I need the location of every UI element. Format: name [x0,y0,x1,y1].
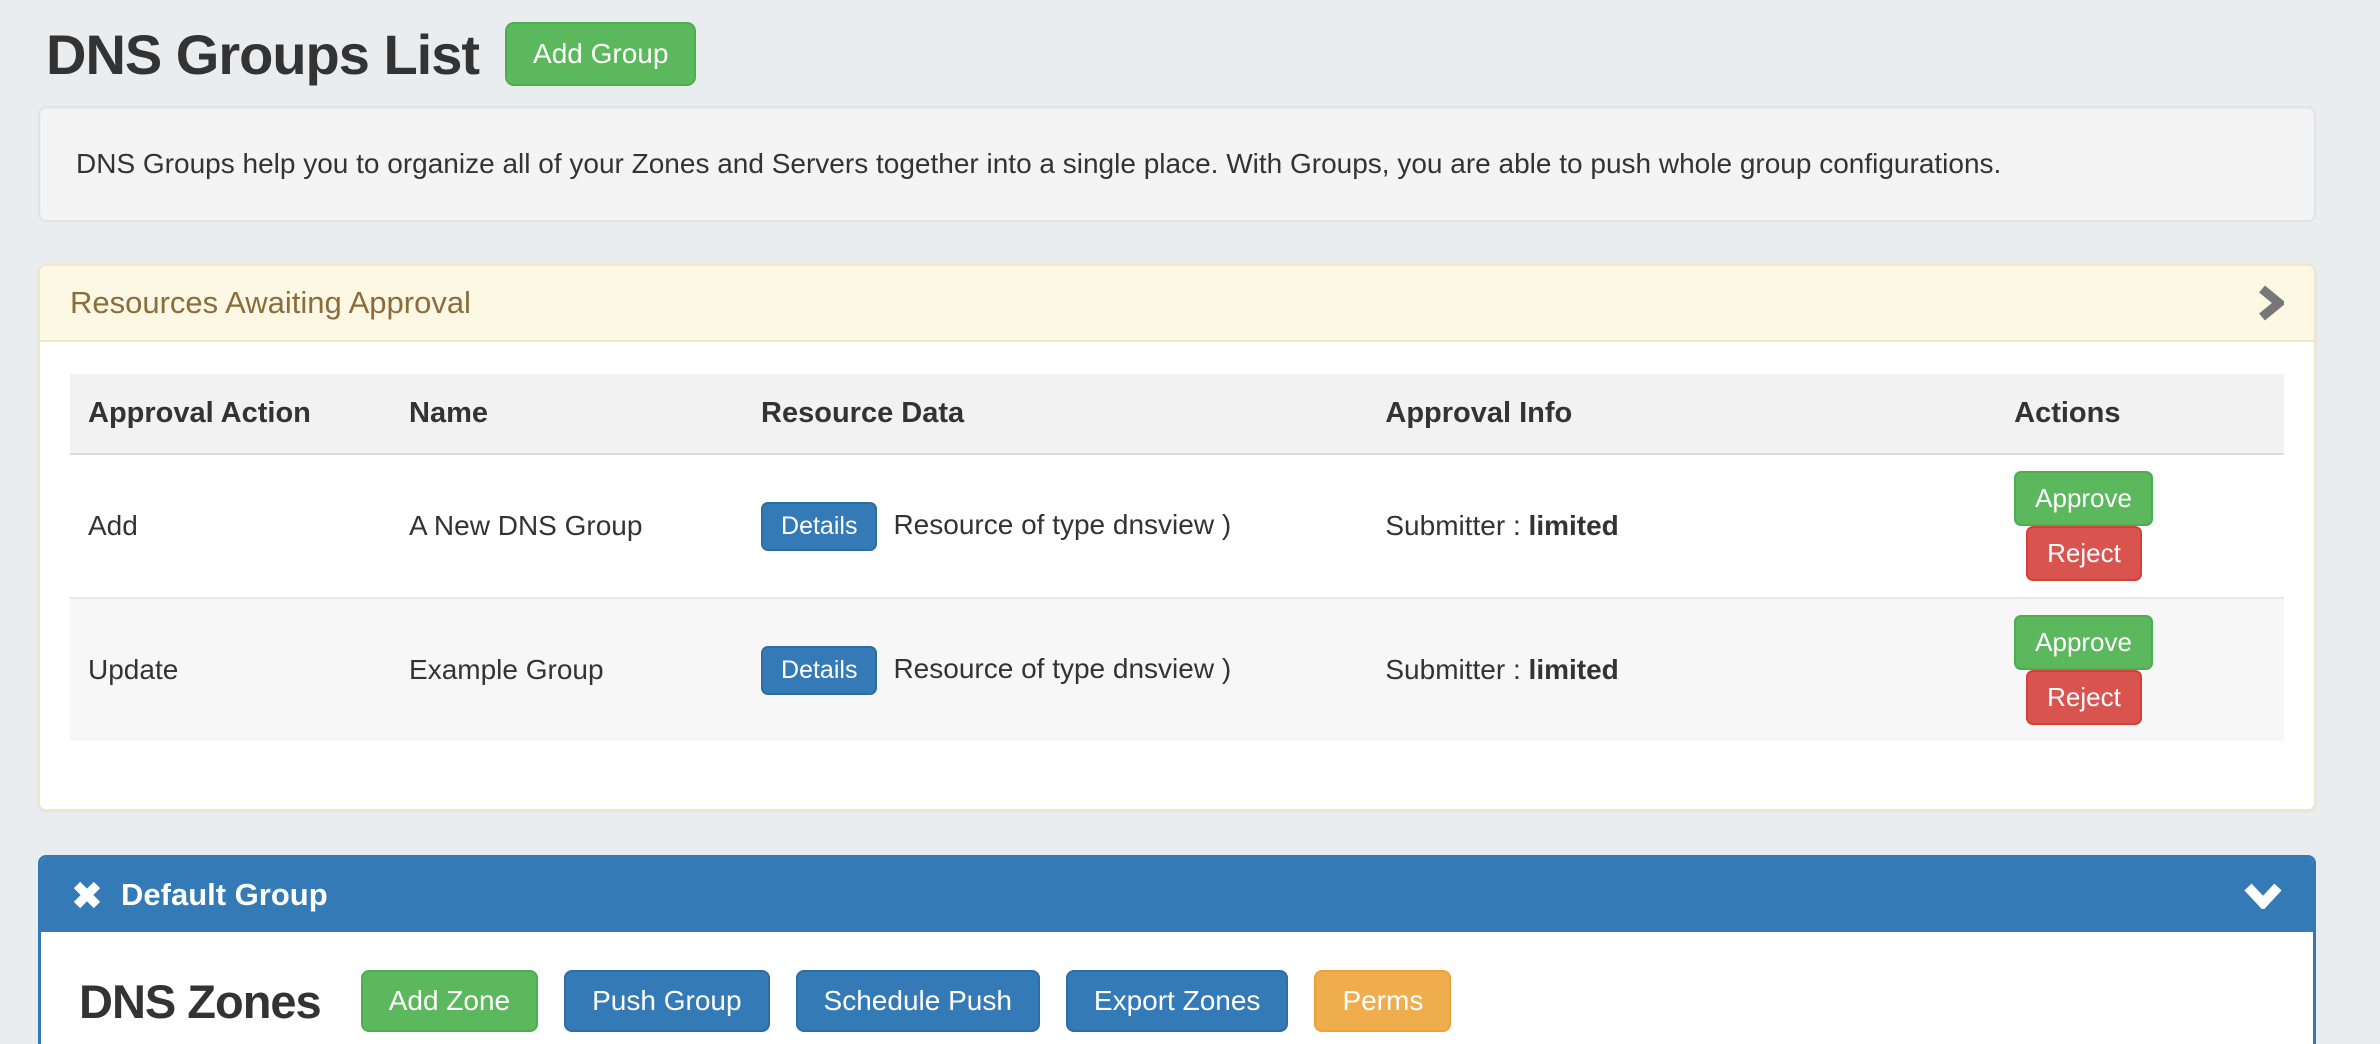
schedule-push-button[interactable]: Schedule Push [796,970,1040,1032]
chevron-right-icon[interactable] [2256,284,2284,322]
cell-resource-data: Details Resource of type dnsview ) [743,454,1367,598]
default-group-panel: Default Group DNS Zones Add Zone Push Gr… [38,855,2316,1044]
submitter-label: Submitter : [1385,654,1520,685]
table-row: Update Example Group Details Resource of … [70,598,2284,741]
group-panel-title-wrap: Default Group [71,877,328,913]
details-button[interactable]: Details [761,646,877,695]
dns-groups-page: DNS Groups List Add Group DNS Groups hel… [38,0,2316,1044]
col-header-approval-info: Approval Info [1367,374,1996,454]
description-text: DNS Groups help you to organize all of y… [76,148,2001,180]
page-title: DNS Groups List [46,22,479,87]
cell-approval-info: Submitter : limited [1367,598,1996,741]
page-header: DNS Groups List Add Group [46,12,2316,96]
col-header-actions: Actions [1996,374,2284,454]
resource-text: Resource of type dnsview ) [893,509,1231,540]
cell-approval-info: Submitter : limited [1367,454,1996,598]
cell-actions: ApproveReject [1996,454,2284,598]
chevron-down-icon[interactable] [2243,881,2283,909]
submitter-value: limited [1529,654,1619,685]
col-header-name: Name [391,374,743,454]
submitter-value: limited [1529,510,1619,541]
reject-button[interactable]: Reject [2026,526,2142,581]
details-button[interactable]: Details [761,502,877,551]
approvals-table: Approval Action Name Resource Data Appro… [70,374,2284,741]
table-row: Add A New DNS Group Details Resource of t… [70,454,2284,598]
add-zone-button[interactable]: Add Zone [361,970,538,1032]
approval-panel-title: Resources Awaiting Approval [70,285,471,321]
resource-text: Resource of type dnsview ) [893,653,1231,684]
dns-zones-header: DNS Zones Add Zone Push Group Schedule P… [77,970,2277,1032]
export-zones-button[interactable]: Export Zones [1066,970,1289,1032]
cell-name: Example Group [391,598,743,741]
approval-panel-header[interactable]: Resources Awaiting Approval [40,266,2314,342]
dns-zones-title: DNS Zones [79,974,321,1029]
close-icon[interactable] [71,879,103,911]
group-panel-body: DNS Zones Add Zone Push Group Schedule P… [41,932,2313,1044]
cell-approval-action: Update [70,598,391,741]
approval-panel-body: Approval Action Name Resource Data Appro… [40,342,2314,809]
cell-actions: ApproveReject [1996,598,2284,741]
cell-approval-action: Add [70,454,391,598]
approve-button[interactable]: Approve [2014,471,2153,526]
cell-resource-data: Details Resource of type dnsview ) [743,598,1367,741]
col-header-approval-action: Approval Action [70,374,391,454]
group-panel-title: Default Group [121,877,328,913]
approval-panel: Resources Awaiting Approval Approval Act… [38,264,2316,811]
description-well: DNS Groups help you to organize all of y… [38,106,2316,222]
approve-button[interactable]: Approve [2014,615,2153,670]
perms-button[interactable]: Perms [1314,970,1451,1032]
col-header-resource-data: Resource Data [743,374,1367,454]
cell-name: A New DNS Group [391,454,743,598]
table-header-row: Approval Action Name Resource Data Appro… [70,374,2284,454]
add-group-button[interactable]: Add Group [505,22,696,86]
push-group-button[interactable]: Push Group [564,970,769,1032]
group-panel-header[interactable]: Default Group [41,858,2313,932]
submitter-label: Submitter : [1385,510,1520,541]
reject-button[interactable]: Reject [2026,670,2142,725]
